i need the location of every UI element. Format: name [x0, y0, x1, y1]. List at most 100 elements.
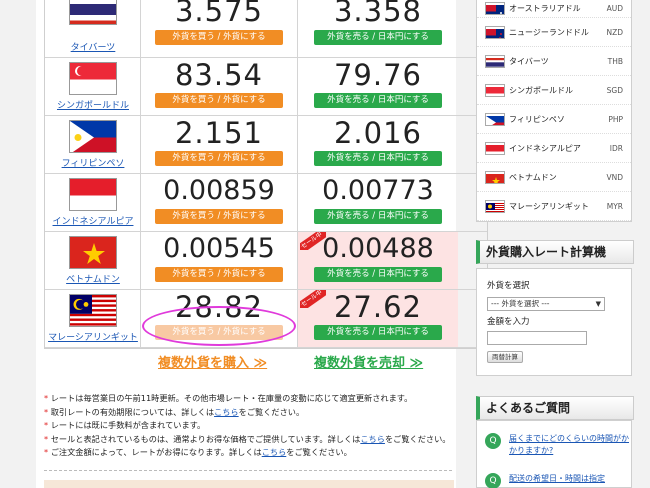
currency-code: IDR: [609, 144, 623, 153]
question-icon: Q: [485, 433, 501, 449]
sell-button[interactable]: 外貨を売る / 日本円にする: [314, 93, 442, 108]
amount-input[interactable]: [487, 331, 587, 345]
sidebar-item-thb[interactable]: タイバーツ THB: [477, 47, 631, 76]
sell-rate: 0.00773: [322, 175, 434, 206]
currency-cell: フィリピンペソ: [45, 116, 141, 173]
thailand-flag-icon: [485, 55, 505, 68]
currency-link-thb[interactable]: タイバーツ: [45, 40, 141, 53]
rate-row-php: フィリピンペソ 2.151 外貨を買う / 外貨にする 2.016 外貨を売る …: [45, 116, 487, 174]
sell-rate: 2.016: [333, 116, 423, 150]
currency-code: MYR: [606, 202, 623, 211]
thailand-flag-icon[interactable]: [69, 0, 117, 25]
sidebar-item-php[interactable]: フィリピンペソ PHP: [477, 105, 631, 134]
malaysia-flag-icon[interactable]: [69, 294, 117, 327]
sidebar-item-vnd[interactable]: ベトナムドン VND: [477, 163, 631, 192]
sell-button[interactable]: 外貨を売る / 日本円にする: [314, 151, 442, 166]
sidebar-item-label: オーストラリアドル: [509, 4, 581, 13]
currency-cell: マレーシアリンギット: [45, 290, 141, 347]
note-link[interactable]: こちら: [262, 447, 287, 457]
multi-sell-link[interactable]: 複数外貨を売却 ≫: [314, 352, 423, 371]
rate-row-sgd: シンガポールドル 83.54 外貨を買う / 外貨にする 79.76 外貨を売る…: [45, 58, 487, 116]
currency-link-vnd[interactable]: ベトナムドン: [45, 272, 141, 285]
calculate-button[interactable]: 両替計算: [487, 351, 523, 363]
buy-cell: 0.00859 外貨を買う / 外貨にする: [141, 174, 298, 231]
currency-select[interactable]: --- 外貨を選択 --- ▼: [487, 297, 605, 311]
sell-cell: 3.358 外貨を売る / 日本円にする: [298, 0, 458, 57]
philippines-flag-icon[interactable]: [69, 120, 117, 153]
asterisk-icon: *: [44, 406, 51, 417]
sell-button[interactable]: 外貨を売る / 日本円にする: [314, 267, 442, 282]
highlight-ellipse: [142, 306, 296, 346]
currency-link-php[interactable]: フィリピンペソ: [45, 156, 141, 169]
sidebar-item-aud[interactable]: オーストラリアドル AUD: [477, 0, 631, 18]
sell-button[interactable]: 外貨を売る / 日本円にする: [314, 30, 442, 45]
asterisk-icon: *: [44, 433, 51, 444]
philippines-flag-icon: [485, 113, 505, 126]
faq-item[interactable]: Q 配送の希望日・時間は指定: [485, 473, 625, 488]
currency-link-idr[interactable]: インドネシアルピア: [45, 214, 141, 227]
sidebar-item-label: マレーシアリンギット: [509, 202, 589, 211]
australia-flag-icon: [485, 2, 505, 15]
currency-link-myr[interactable]: マレーシアリンギット: [45, 330, 141, 343]
sell-rate: 27.62: [333, 290, 423, 324]
currency-cell: ベトナムドン: [45, 232, 141, 289]
buy-cell: 3.575 外貨を買う / 外貨にする: [141, 0, 298, 57]
vietnam-flag-icon[interactable]: [69, 236, 117, 269]
rate-row-thb: タイバーツ 3.575 外貨を買う / 外貨にする 3.358 外貨を売る / …: [45, 0, 487, 58]
note-text-after: をご覧ください。: [286, 447, 352, 457]
note-item: * 取引レートの有効期限については、詳しくはこちらをご覧ください。: [44, 406, 454, 420]
currency-code: SGD: [606, 86, 623, 95]
faq-question[interactable]: 配送の希望日・時間は指定: [509, 473, 629, 485]
singapore-flag-icon[interactable]: [69, 62, 117, 95]
sidebar-item-nzd[interactable]: ニュージーランドドル NZD: [477, 18, 631, 47]
sell-cell: 2.016 外貨を売る / 日本円にする: [298, 116, 458, 173]
sell-cell: セール中 27.62 外貨を売る / 日本円にする: [298, 290, 458, 347]
sidebar-item-sgd[interactable]: シンガポールドル SGD: [477, 76, 631, 105]
buy-rate: 0.00859: [163, 175, 275, 206]
note-text: セールと表記されているものは、通常よりお得な価格でご提供しています。詳しくは: [50, 433, 361, 444]
currency-link-sgd[interactable]: シンガポールドル: [45, 98, 141, 111]
indonesia-flag-icon: [485, 142, 505, 155]
note-link[interactable]: こちら: [360, 434, 385, 444]
currency-code: PHP: [608, 115, 623, 124]
note-item: * レートは毎営業日の午前11時更新。その他市場レート・在庫量の変動に応じて適宜…: [44, 392, 454, 406]
currency-select-value: --- 外貨を選択 ---: [491, 299, 550, 308]
sidebar-item-label: シンガポールドル: [509, 86, 573, 95]
note-text: ご注文金額によって、レートがお得になります。詳しくは: [50, 447, 262, 457]
sidebar-item-label: ニュージーランドドル: [509, 28, 589, 37]
buy-cell: 83.54 外貨を買う / 外貨にする: [141, 58, 298, 115]
indonesia-flag-icon[interactable]: [69, 178, 117, 211]
faq-question[interactable]: 届くまでにどのくらいの時間がかかりますか?: [509, 433, 629, 457]
sidebar-item-label: タイバーツ: [509, 57, 549, 66]
sell-button[interactable]: 外貨を売る / 日本円にする: [314, 325, 442, 340]
sell-rate: 3.358: [333, 0, 423, 28]
buy-rate: 0.00545: [163, 233, 275, 264]
amount-label: 金額を入力: [487, 317, 530, 327]
buy-button[interactable]: 外貨を買う / 外貨にする: [155, 30, 283, 45]
bottom-banner: [44, 480, 454, 488]
vietnam-flag-icon: [485, 171, 505, 184]
rate-calculator: 外貨を選択 --- 外貨を選択 --- ▼ 金額を入力 両替計算: [476, 268, 632, 376]
sell-rate: 0.00488: [322, 233, 434, 264]
note-item: * レートには既に手数料が含まれています。: [44, 419, 454, 433]
multi-buy-link[interactable]: 複数外貨を購入 ≫: [158, 352, 267, 371]
note-text: レートには既に手数料が含まれています。: [50, 420, 206, 430]
sell-button[interactable]: 外貨を売る / 日本円にする: [314, 209, 442, 224]
currency-cell: シンガポールドル: [45, 58, 141, 115]
asterisk-icon: *: [44, 393, 51, 403]
currency-select-label: 外貨を選択: [487, 281, 530, 291]
sell-cell: 79.76 外貨を売る / 日本円にする: [298, 58, 458, 115]
buy-button[interactable]: 外貨を買う / 外貨にする: [155, 209, 283, 224]
buy-button[interactable]: 外貨を買う / 外貨にする: [155, 93, 283, 108]
buy-button[interactable]: 外貨を買う / 外貨にする: [155, 151, 283, 166]
buy-button[interactable]: 外貨を買う / 外貨にする: [155, 267, 283, 282]
sidebar-item-idr[interactable]: インドネシアルピア IDR: [477, 134, 631, 163]
divider: [44, 470, 452, 471]
sidebar-item-myr[interactable]: マレーシアリンギット MYR: [477, 192, 631, 221]
note-item: * セールと表記されているものは、通常よりお得な価格でご提供しています。詳しくは…: [44, 433, 454, 447]
faq-item[interactable]: Q 届くまでにどのくらいの時間がかかりますか?: [485, 433, 629, 461]
note-item: * ご注文金額によって、レートがお得になります。詳しくはこちらをご覧ください。: [44, 446, 454, 460]
currency-code: THB: [607, 57, 623, 66]
note-link[interactable]: こちら: [214, 407, 239, 417]
sell-cell: 0.00773 外貨を売る / 日本円にする: [298, 174, 458, 231]
